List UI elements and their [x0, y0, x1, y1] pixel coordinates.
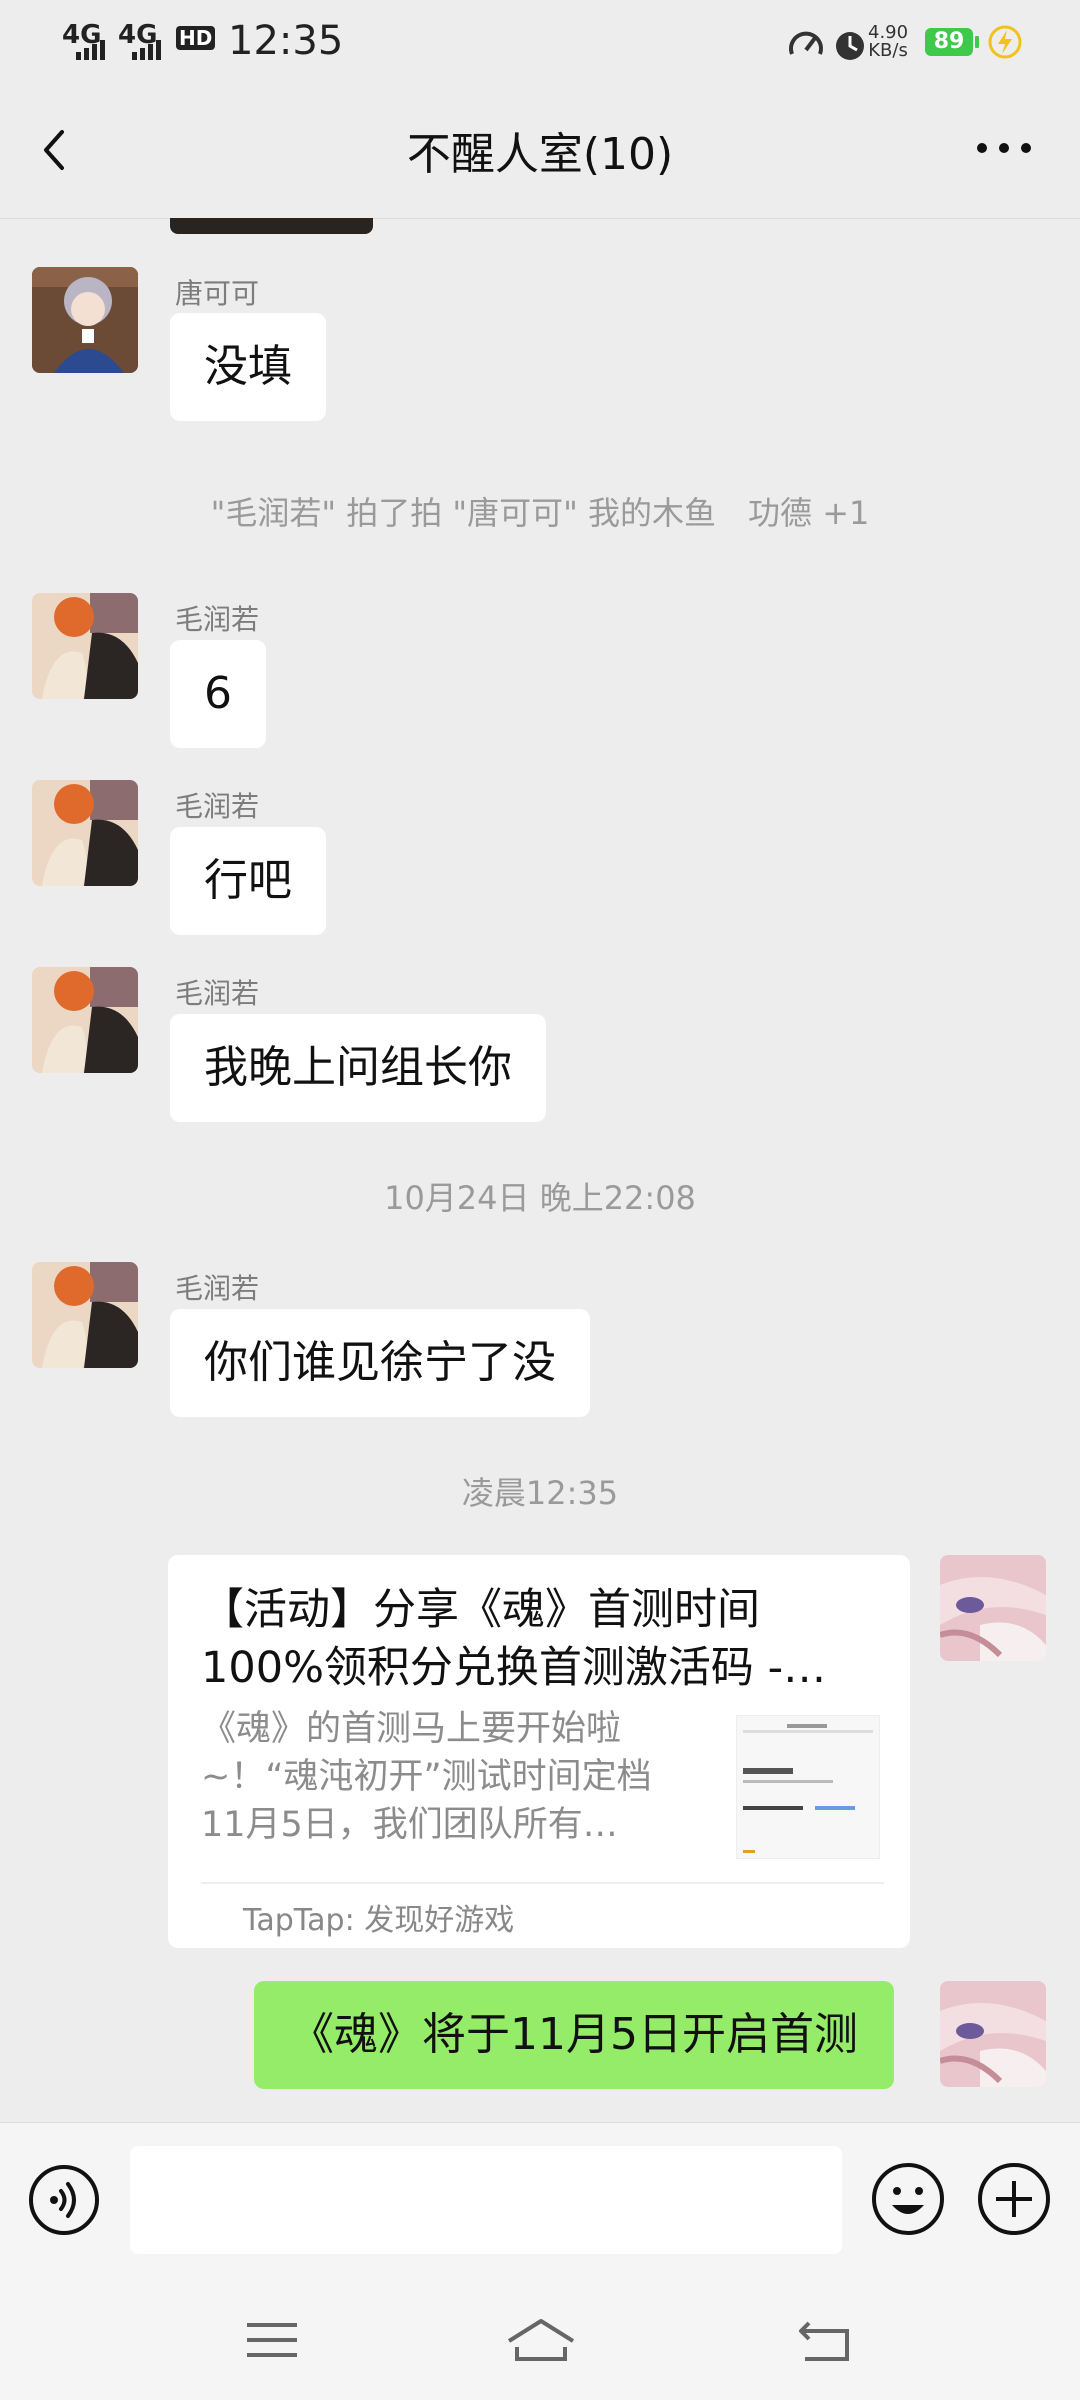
signal-bars-icon [132, 40, 161, 60]
pat-notice: "毛润若" 拍了拍 "唐可可" 我的木鱼 功德 +1 [210, 494, 870, 532]
message-bubble[interactable]: 你们谁见徐宁了没 [170, 1309, 590, 1417]
status-time: 12:35 [228, 18, 344, 64]
back-nav-icon[interactable] [795, 2315, 855, 2365]
network-speed: 4.90 KB/s [868, 22, 909, 61]
message-bubble[interactable]: 没填 [170, 313, 326, 421]
emoji-icon[interactable] [870, 2161, 946, 2237]
card-divider [201, 1882, 884, 1884]
signal-bars-icon [76, 40, 105, 60]
status-bar: 4G 4G HD 12:35 4.90 KB/s 89 [0, 0, 1080, 88]
system-nav-bar [0, 2277, 1080, 2400]
avatar[interactable] [32, 780, 138, 886]
alarm-icon [836, 32, 864, 60]
avatar[interactable] [32, 593, 138, 699]
speedometer-icon [789, 31, 823, 55]
card-source: TapTap: 发现好游戏 [243, 1903, 515, 1938]
more-options-icon[interactable] [968, 128, 1040, 168]
card-description: 《魂》的首测马上要开始啦~！“魂沌初开”测试时间定档11月5日，我们团队所有… [201, 1709, 652, 1845]
self-message-bubble[interactable]: 《魂》将于11月5日开启首测 [254, 1981, 894, 2089]
self-avatar[interactable] [940, 1981, 1046, 2087]
chat-title: 不醒人室(10) [406, 129, 674, 180]
menu-icon[interactable] [242, 2315, 302, 2365]
sender-name: 毛润若 [175, 790, 260, 823]
message-bubble[interactable]: 我晚上问组长你 [170, 1014, 546, 1122]
avatar[interactable] [32, 1262, 138, 1368]
sender-name: 唐可可 [175, 277, 260, 310]
link-card[interactable]: 【活动】分享《魂》首测时间100%领积分兑换首测激活码 -… 《魂》的首测马上要… [168, 1555, 910, 1948]
avatar[interactable] [32, 967, 138, 1073]
voice-icon[interactable] [28, 2164, 100, 2236]
charging-icon [988, 25, 1022, 59]
self-avatar[interactable] [940, 1555, 1046, 1661]
plus-icon[interactable] [976, 2161, 1052, 2237]
sender-name: 毛润若 [175, 977, 260, 1010]
card-title: 【活动】分享《魂》首测时间100%领积分兑换首测激活码 -… [201, 1585, 827, 1693]
card-thumbnail [736, 1715, 880, 1859]
input-bar [0, 2122, 1080, 2278]
avatar[interactable] [32, 267, 138, 373]
timestamp: 凌晨12:35 [461, 1474, 619, 1512]
message-bubble[interactable]: 6 [170, 640, 266, 748]
sender-name: 毛润若 [175, 1272, 260, 1305]
hd-icon: HD [176, 26, 216, 50]
battery-indicator: 89 [925, 28, 979, 56]
timestamp: 10月24日 晚上22:08 [384, 1179, 696, 1217]
home-icon[interactable] [505, 2315, 577, 2365]
chat-header: 不醒人室(10) [0, 88, 1080, 219]
message-input[interactable] [130, 2146, 842, 2254]
message-bubble[interactable]: 行吧 [170, 827, 326, 935]
image-message-partial[interactable] [170, 218, 373, 234]
sender-name: 毛润若 [175, 603, 260, 636]
